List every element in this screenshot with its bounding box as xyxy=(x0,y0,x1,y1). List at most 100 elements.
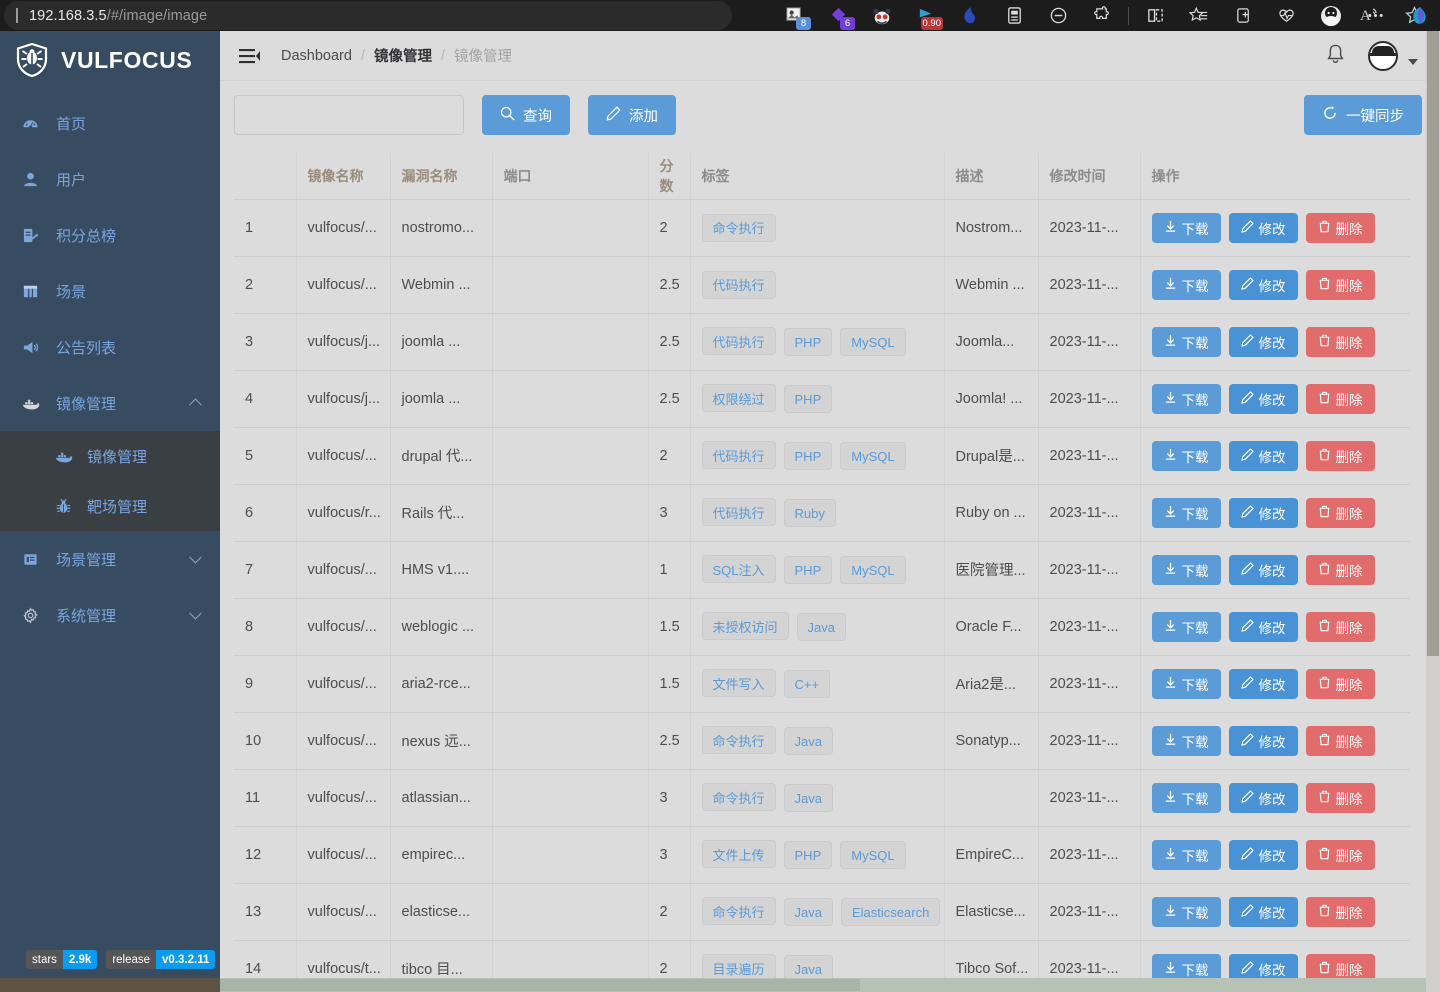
download-button[interactable]: 下载 xyxy=(1151,782,1221,813)
sidebar-item-users[interactable]: 用户 xyxy=(0,151,220,207)
reading-list-icon[interactable] xyxy=(992,0,1036,31)
table-row[interactable]: 13 vulfocus/... elasticse... 2 命令执行 Java Elast… xyxy=(234,883,1410,941)
tag-chip[interactable]: 未授权访问 xyxy=(701,612,789,640)
tag-chip[interactable]: 命令执行 xyxy=(701,213,776,242)
tag-chip[interactable]: SQL注入 xyxy=(701,555,776,583)
download-button[interactable]: 下载 xyxy=(1151,725,1221,756)
edit-button[interactable]: 修改 xyxy=(1228,782,1298,813)
download-button[interactable]: 下载 xyxy=(1151,839,1221,870)
add-button[interactable]: 添加 xyxy=(588,95,676,135)
edit-button[interactable]: 修改 xyxy=(1228,896,1298,927)
settings-more-icon[interactable] xyxy=(1353,0,1397,31)
tag-chip[interactable]: 命令执行 xyxy=(701,783,776,811)
breadcrumb-item-dashboard[interactable]: Dashboard xyxy=(281,48,352,64)
delete-button[interactable]: 删除 xyxy=(1305,782,1375,813)
vertical-scrollbar-thumb[interactable] xyxy=(1427,31,1439,656)
edit-button[interactable]: 修改 xyxy=(1228,839,1298,870)
search-input[interactable] xyxy=(234,95,464,135)
split-screen-icon[interactable] xyxy=(1133,0,1177,31)
tag-chip[interactable]: 代码执行 xyxy=(701,498,776,526)
browser-essentials-icon[interactable] xyxy=(1265,0,1309,31)
sidebar-item-image-management[interactable]: 镜像管理 xyxy=(0,375,220,431)
table-row[interactable]: 6 vulfocus/r... Rails 代... 3 代码执行 Ruby Ruby on… xyxy=(234,484,1410,542)
tag-chip[interactable]: MySQL xyxy=(840,841,906,869)
profile-avatar-icon[interactable] xyxy=(1309,0,1353,31)
address-bar[interactable]: 192.168.3.5/#/image/image xyxy=(4,1,732,30)
download-button[interactable]: 下载 xyxy=(1151,326,1221,357)
copilot-icon[interactable] xyxy=(1397,0,1440,31)
tag-chip[interactable]: 命令执行 xyxy=(701,726,776,754)
download-button[interactable]: 下载 xyxy=(1151,440,1221,471)
table-row[interactable]: 5 vulfocus/... drupal 代... 2 代码执行 PHP MySQL Dru… xyxy=(234,427,1410,485)
tag-chip[interactable]: Java xyxy=(783,727,833,755)
tag-chip[interactable]: Java xyxy=(796,613,846,641)
download-button[interactable]: 下载 xyxy=(1151,554,1221,585)
sidebar-subitem-target-management[interactable]: 靶场管理 xyxy=(0,481,220,531)
table-row[interactable]: 3 vulfocus/j... joomla ... 2.5 代码执行 PHP MySQL J… xyxy=(234,313,1410,371)
delete-button[interactable]: 删除 xyxy=(1305,440,1375,471)
table-row[interactable]: 4 vulfocus/j... joomla ... 2.5 权限绕过 PHP Joomla… xyxy=(234,370,1410,428)
delete-button[interactable]: 删除 xyxy=(1305,725,1375,756)
sidebar-item-ranking[interactable]: 积分总榜 xyxy=(0,207,220,263)
delete-button[interactable]: 删除 xyxy=(1305,554,1375,585)
sidebar-subitem-image-management[interactable]: 镜像管理 xyxy=(0,431,220,481)
delete-button[interactable]: 删除 xyxy=(1305,497,1375,528)
delete-button[interactable]: 删除 xyxy=(1305,269,1375,300)
edit-button[interactable]: 修改 xyxy=(1228,725,1298,756)
table-row[interactable]: 2 vulfocus/... Webmin ... 2.5 代码执行 Webmin ...… xyxy=(234,256,1410,314)
delete-button[interactable]: 删除 xyxy=(1305,326,1375,357)
tag-chip[interactable]: 权限绕过 xyxy=(701,384,776,412)
tag-chip[interactable]: 文件写入 xyxy=(701,669,776,697)
tag-chip[interactable]: 文件上传 xyxy=(701,840,776,868)
panda-extension-icon[interactable] xyxy=(860,0,904,31)
vertical-scrollbar[interactable] xyxy=(1426,31,1440,992)
table-row[interactable]: 1 vulfocus/... nostromo... 2 命令执行 Nostrom... 2… xyxy=(234,199,1410,257)
delete-button[interactable]: 删除 xyxy=(1305,611,1375,642)
collections-icon[interactable] xyxy=(1221,0,1265,31)
collections-extension-icon[interactable]: 8 xyxy=(772,0,816,31)
table-row[interactable]: 10 vulfocus/... nexus 远... 2.5 命令执行 Java Sonat… xyxy=(234,712,1410,770)
tag-chip[interactable]: C++ xyxy=(783,670,831,698)
edit-button[interactable]: 修改 xyxy=(1228,497,1298,528)
download-button[interactable]: 下载 xyxy=(1151,383,1221,414)
sidebar-item-announcements[interactable]: 公告列表 xyxy=(0,319,220,375)
edit-button[interactable]: 修改 xyxy=(1228,440,1298,471)
tag-chip[interactable]: PHP xyxy=(783,328,833,356)
hamburger-icon[interactable] xyxy=(239,48,260,64)
puzzle-extensions-icon[interactable] xyxy=(1080,0,1124,31)
bell-icon[interactable] xyxy=(1325,43,1346,70)
table-row[interactable]: 9 vulfocus/... aria2-rce... 1.5 文件写入 C++ Aria2… xyxy=(234,655,1410,713)
brand-logo[interactable]: VULFOCUS xyxy=(0,31,220,89)
edit-button[interactable]: 修改 xyxy=(1228,326,1298,357)
tag-chip[interactable]: PHP xyxy=(783,442,833,470)
tag-chip[interactable]: MySQL xyxy=(840,556,906,584)
tag-chip[interactable]: 代码执行 xyxy=(701,270,776,299)
delete-button[interactable]: 删除 xyxy=(1305,839,1375,870)
tag-chip[interactable]: 命令执行 xyxy=(701,897,776,925)
diamond-extension-icon[interactable]: 6 xyxy=(816,0,860,31)
edit-button[interactable]: 修改 xyxy=(1228,212,1298,243)
delete-button[interactable]: 删除 xyxy=(1305,212,1375,243)
table-row[interactable]: 8 vulfocus/... weblogic ... 1.5 未授权访问 Java Ora… xyxy=(234,598,1410,656)
chevron-down-icon[interactable] xyxy=(1408,59,1418,65)
sidebar-item-system-management[interactable]: 系统管理 xyxy=(0,587,220,643)
tag-chip[interactable]: PHP xyxy=(783,556,833,584)
tag-chip[interactable]: Java xyxy=(783,784,833,812)
query-button[interactable]: 查询 xyxy=(482,95,570,135)
sidebar-item-scene-management[interactable]: 场景管理 xyxy=(0,531,220,587)
favorites-add-icon[interactable] xyxy=(1177,0,1221,31)
edit-button[interactable]: 修改 xyxy=(1228,611,1298,642)
horizontal-scrollbar-thumb[interactable] xyxy=(220,979,860,991)
download-button[interactable]: 下载 xyxy=(1151,269,1221,300)
tag-chip[interactable]: MySQL xyxy=(840,442,906,470)
download-button[interactable]: 下载 xyxy=(1151,212,1221,243)
download-button[interactable]: 下载 xyxy=(1151,896,1221,927)
edit-button[interactable]: 修改 xyxy=(1228,269,1298,300)
table-row[interactable]: 7 vulfocus/... HMS v1.... 1 SQL注入 PHP MySQL 医院管… xyxy=(234,541,1410,599)
wave-extension-icon[interactable] xyxy=(948,0,992,31)
tag-chip[interactable]: Elasticsearch xyxy=(840,898,941,926)
tag-chip[interactable]: PHP xyxy=(783,385,833,413)
edit-button[interactable]: 修改 xyxy=(1228,668,1298,699)
delete-button[interactable]: 删除 xyxy=(1305,668,1375,699)
tag-chip[interactable]: 代码执行 xyxy=(701,441,776,469)
